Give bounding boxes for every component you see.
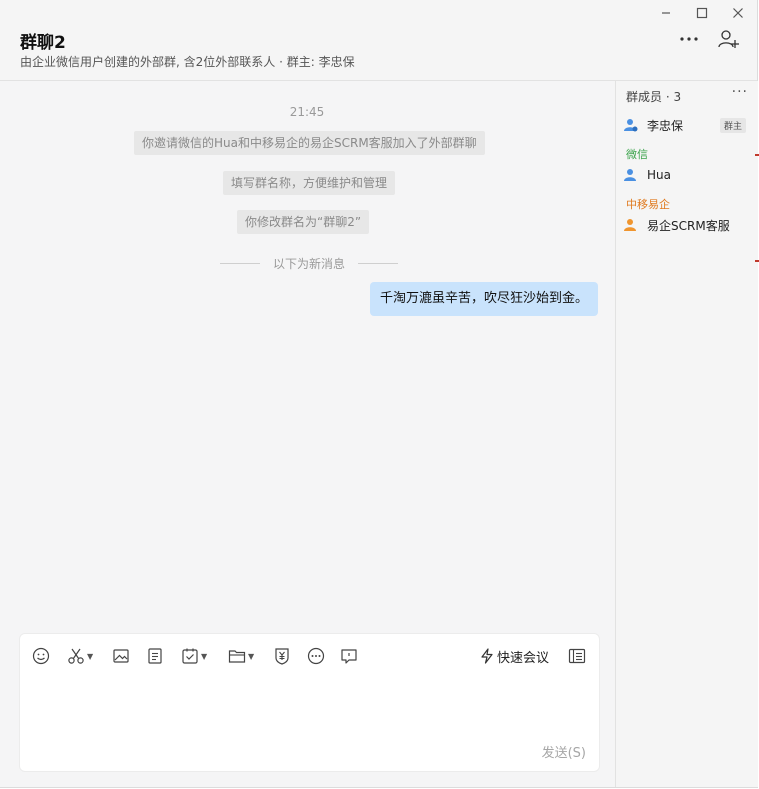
user-icon (624, 169, 636, 181)
member-item[interactable]: Hua (624, 165, 671, 185)
emoji-icon[interactable] (32, 646, 50, 666)
member-sidebar: 群成员 · 3 ··· 李忠保 群主 微信 Hua 中移易企 易企SCRM客服 (615, 81, 758, 787)
member-name: 李忠保 (647, 118, 684, 133)
lightning-icon (481, 648, 493, 664)
background-edge-mark (755, 260, 759, 262)
maximize-icon[interactable] (692, 4, 712, 22)
add-member-icon[interactable] (717, 28, 741, 50)
image-icon[interactable] (112, 646, 130, 666)
folder-icon[interactable]: ▼ (228, 646, 254, 666)
member-owner[interactable]: 李忠保 (624, 115, 683, 135)
group-label-company: 中移易企 (626, 198, 670, 211)
system-message: 你修改群名为“群聊2” (237, 210, 370, 234)
more-icon[interactable] (307, 646, 325, 666)
group-title[interactable]: 群聊2 (20, 28, 66, 53)
task-icon[interactable]: ▼ (181, 646, 207, 666)
new-messages-divider: 以下为新消息 (220, 255, 398, 271)
minimize-icon[interactable] (656, 4, 676, 22)
quick-meeting-button[interactable]: 快速会议 (480, 646, 549, 666)
red-packet-icon[interactable] (273, 646, 291, 666)
more-options-icon[interactable] (677, 28, 701, 50)
user-icon (624, 119, 638, 132)
system-message: 你邀请微信的Hua和中移易企的易企SCRM客服加入了外部群聊 (134, 131, 485, 155)
quote-icon[interactable] (340, 646, 358, 666)
send-button[interactable]: 发送(S) (542, 742, 586, 761)
background-edge-mark (755, 154, 759, 156)
user-icon (624, 219, 636, 231)
system-message[interactable]: 填写群名称，方便维护和管理 (223, 171, 396, 195)
close-icon[interactable] (728, 4, 748, 22)
new-messages-label: 以下为新消息 (272, 257, 345, 271)
member-name: Hua (647, 168, 671, 182)
quick-meeting-label: 快速会议 (497, 650, 550, 666)
message-composer[interactable]: ▼ ▼ ▼ 快速会议 发送(S) (19, 633, 600, 772)
group-subtitle: 由企业微信用户创建的外部群, 含2位外部联系人 · 群主: 李忠保 (20, 55, 355, 69)
owner-badge: 群主 (719, 118, 746, 133)
document-icon[interactable] (146, 646, 164, 666)
message-bubble-me[interactable]: 千淘万漉虽辛苦，吹尽狂沙始到金。 (369, 282, 598, 316)
screenshot-icon[interactable]: ▼ (67, 646, 93, 666)
member-count-title: 群成员 · 3 (626, 90, 682, 104)
group-label-wechat: 微信 (626, 148, 648, 161)
member-name: 易企SCRM客服 (647, 218, 730, 233)
message-timestamp: 21:45 (289, 105, 325, 119)
chat-history-icon[interactable] (568, 646, 586, 666)
chat-header: 群聊2 由企业微信用户创建的外部群, 含2位外部联系人 · 群主: 李忠保 (0, 0, 757, 81)
member-more-icon[interactable]: ··· (732, 84, 748, 100)
member-item[interactable]: 易企SCRM客服 (624, 215, 730, 235)
message-area[interactable]: 21:45 你邀请微信的Hua和中移易企的易企SCRM客服加入了外部群聊 填写群… (0, 81, 614, 787)
chat-window: 群聊2 由企业微信用户创建的外部群, 含2位外部联系人 · 群主: 李忠保 21… (0, 0, 758, 788)
